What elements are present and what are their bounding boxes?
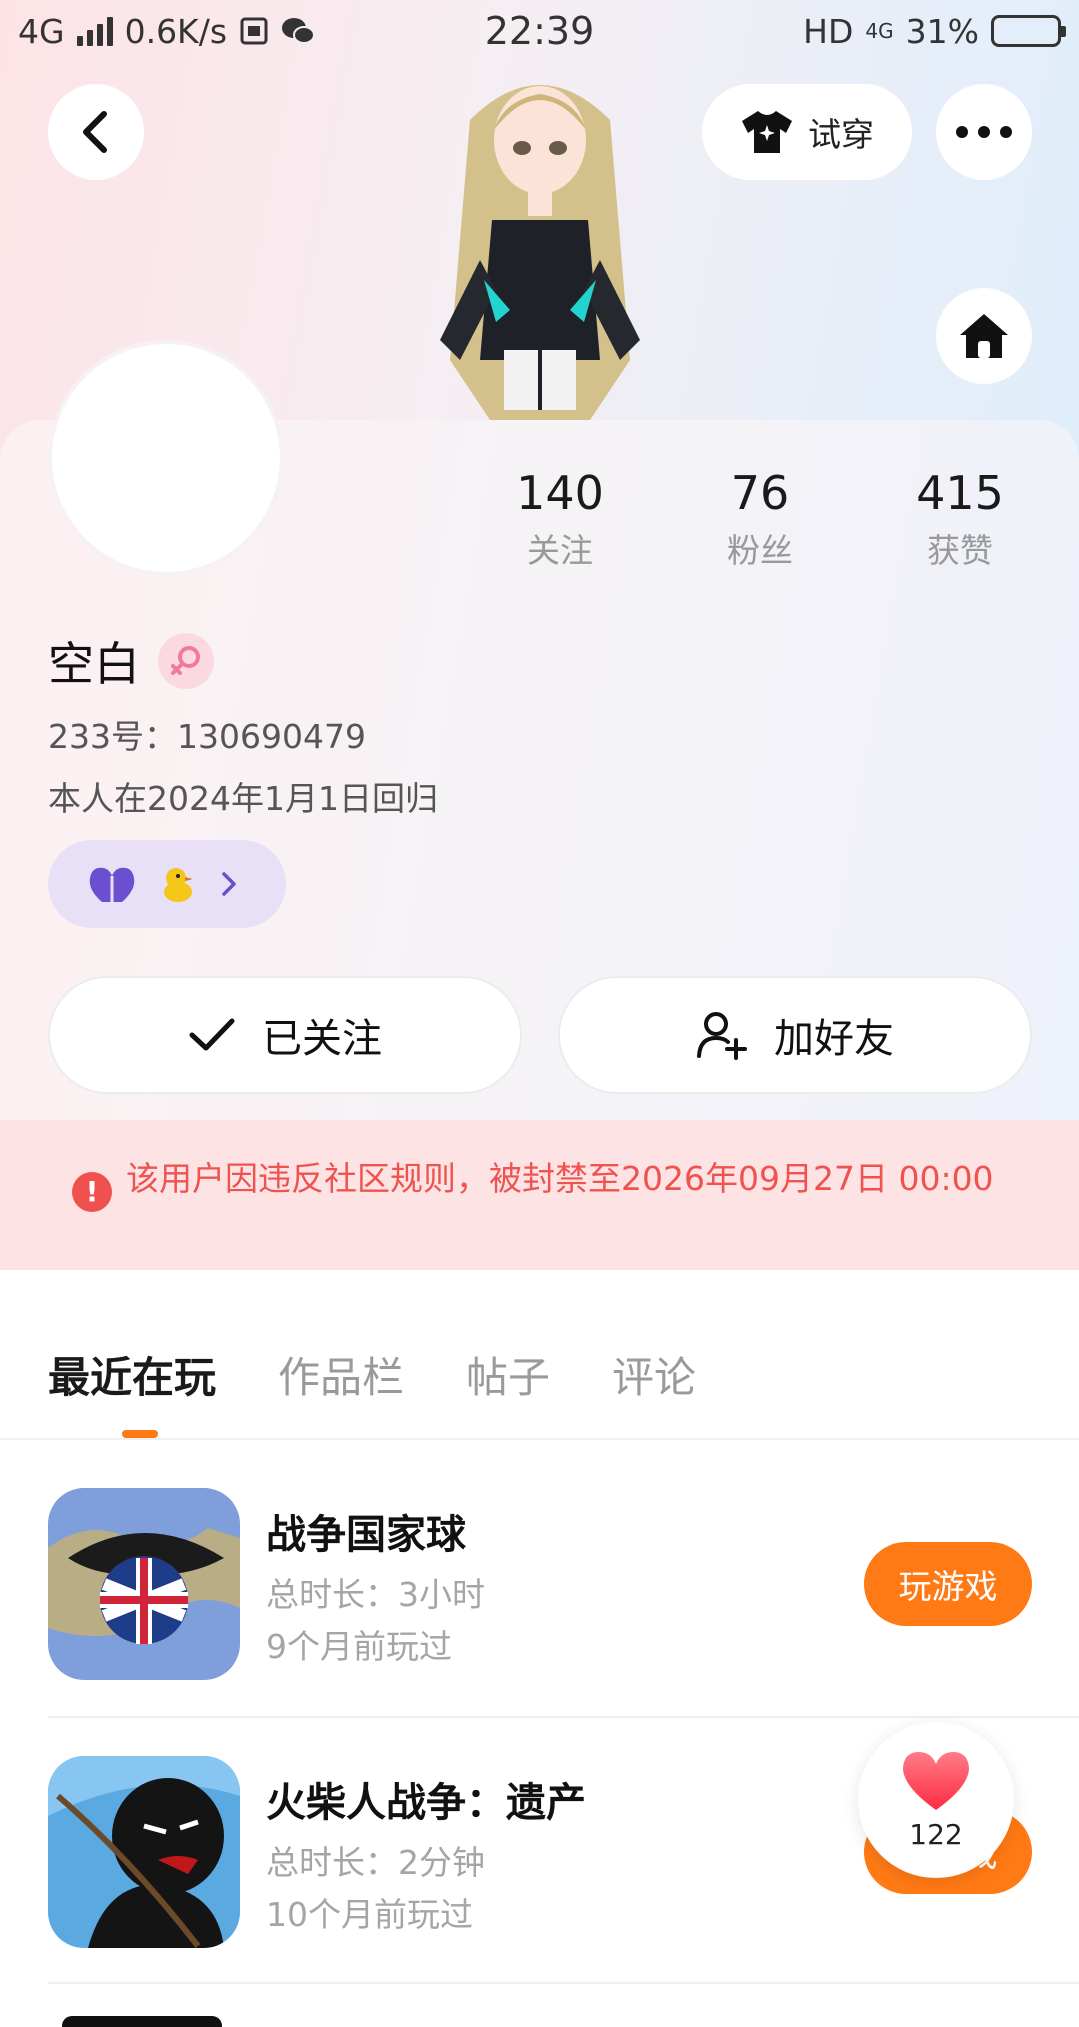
following-button[interactable]: 已关注 xyxy=(48,976,522,1094)
try-on-button[interactable]: 试穿 xyxy=(702,84,912,180)
stat-label: 获赞 xyxy=(927,531,993,570)
add-friend-button[interactable]: 加好友 xyxy=(558,976,1032,1094)
chevron-right-icon xyxy=(222,872,236,896)
status-bar: 4G 0.6K/s 22:39 HD 4G 31% xyxy=(0,0,1079,62)
stat-following[interactable]: 140 关注 xyxy=(460,466,660,572)
stat-label: 关注 xyxy=(527,531,593,570)
stat-value: 415 xyxy=(916,466,1004,520)
game-duration: 总时长：3小时 xyxy=(266,1575,485,1614)
more-dots-icon xyxy=(956,126,1012,138)
following-label: 已关注 xyxy=(262,1016,382,1062)
list-divider xyxy=(48,1982,1079,1984)
check-icon xyxy=(189,1018,235,1051)
more-options-button[interactable] xyxy=(936,84,1032,180)
content-section: 最近在玩 作品栏 帖子 评论 战争国家球 总时长：3小时 9个月前玩过 玩游戏 xyxy=(0,1306,1079,2027)
like-count: 122 xyxy=(909,1817,963,1851)
ban-notice: ! 该用户因违反社区规则，被封禁至2026年09月27日 00:00 xyxy=(0,1120,1079,1270)
add-user-icon xyxy=(697,1012,747,1060)
add-friend-label: 加好友 xyxy=(774,1016,894,1062)
username-row: 空白 xyxy=(48,628,214,694)
active-tab-indicator xyxy=(122,1430,158,1438)
network-type: 4G xyxy=(18,11,65,51)
profile-page: 4G 0.6K/s 22:39 HD 4G 31% 试穿 140 关注 76 粉… xyxy=(0,0,1079,2027)
badges-pill[interactable] xyxy=(48,840,286,928)
user-bio: 本人在2024年1月1日回归 xyxy=(48,779,438,818)
chick-badge-icon xyxy=(164,868,193,902)
game-icon-partial xyxy=(62,2016,222,2027)
battery-percent: 31% xyxy=(905,11,979,51)
alert-icon: ! xyxy=(72,1172,112,1212)
signal-icon xyxy=(76,16,113,46)
user-id: 233号：130690479 xyxy=(48,717,366,756)
stat-value: 76 xyxy=(730,466,790,520)
avatar-character-image xyxy=(440,85,640,420)
game-icon-countryballs xyxy=(48,1488,240,1680)
back-button[interactable] xyxy=(48,84,144,180)
profile-stats: 140 关注 76 粉丝 415 获赞 xyxy=(460,466,1060,572)
home-icon xyxy=(960,314,1008,358)
network-speed: 0.6K/s xyxy=(124,11,228,51)
tshirt-icon xyxy=(742,111,792,153)
game-title: 火柴人战争：遗产 xyxy=(266,1780,586,1826)
avatar[interactable] xyxy=(48,340,284,576)
tab-recently-played[interactable]: 最近在玩 xyxy=(48,1344,216,1405)
game-last-played: 9个月前玩过 xyxy=(266,1627,452,1666)
chevron-left-icon xyxy=(83,111,107,153)
status-right: HD 4G 31% xyxy=(803,11,1066,51)
like-float-button[interactable]: 122 xyxy=(858,1722,1014,1878)
home-button[interactable] xyxy=(936,288,1032,384)
stat-value: 140 xyxy=(516,466,604,520)
female-gender-icon xyxy=(158,633,214,689)
ban-notice-text: 该用户因违反社区规则，被封禁至2026年09月27日 00:00 xyxy=(126,1159,994,1198)
status-left: 4G 0.6K/s xyxy=(18,11,316,51)
notification-icon xyxy=(240,17,268,45)
list-divider xyxy=(48,1716,1079,1718)
tab-comments[interactable]: 评论 xyxy=(612,1344,696,1405)
tab-works[interactable]: 作品栏 xyxy=(278,1344,404,1405)
game-last-played: 10个月前玩过 xyxy=(266,1895,473,1934)
stat-label: 粉丝 xyxy=(727,531,793,570)
heart-badge-icon xyxy=(89,867,135,902)
tabs-divider xyxy=(0,1438,1079,1440)
game-title: 战争国家球 xyxy=(266,1512,466,1558)
try-on-label: 试穿 xyxy=(808,115,874,154)
stat-followers[interactable]: 76 粉丝 xyxy=(660,466,860,572)
username: 空白 xyxy=(48,637,140,691)
game-duration: 总时长：2分钟 xyxy=(266,1843,485,1882)
stat-likes[interactable]: 415 获赞 xyxy=(860,466,1060,572)
network-right: 4G xyxy=(865,19,894,43)
play-game-button[interactable]: 玩游戏 xyxy=(864,1542,1032,1626)
battery-icon xyxy=(991,15,1066,47)
profile-tabs: 最近在玩 作品栏 帖子 评论 xyxy=(48,1344,696,1405)
game-icon-stick-war xyxy=(48,1756,240,1948)
list-item[interactable]: 战争国家球 总时长：3小时 9个月前玩过 玩游戏 xyxy=(48,1488,1079,1680)
heart-icon xyxy=(903,1751,969,1810)
wechat-icon xyxy=(282,18,316,44)
tab-posts[interactable]: 帖子 xyxy=(466,1344,550,1405)
hd-indicator: HD xyxy=(803,11,854,51)
